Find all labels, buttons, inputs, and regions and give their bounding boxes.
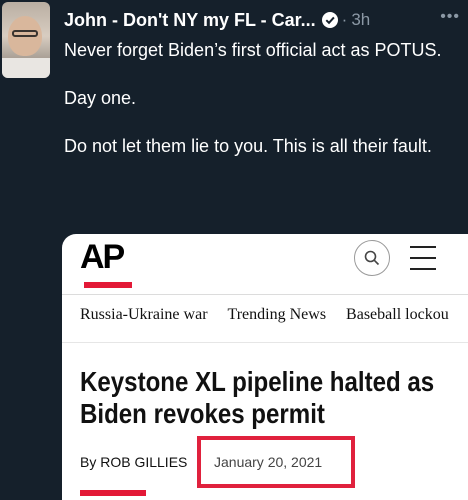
nav-divider [62, 342, 468, 343]
nav-item: Trending News [227, 306, 327, 323]
nav-item: Baseball lockou [346, 306, 449, 323]
tweet-paragraph: Do not let them lie to you. This is all … [64, 136, 432, 156]
more-horizontal-icon[interactable]: ••• [440, 8, 460, 26]
tweet-header: John - Don't NY my FL - Car... · 3h ••• [64, 8, 468, 32]
date-highlight-box [197, 436, 355, 488]
article-byline: By ROB GILLIES [80, 454, 188, 470]
article-nav: Russia-Ukraine war Trending News Basebal… [80, 306, 449, 324]
ap-logo: AP [80, 238, 125, 276]
avatar-glasses [12, 30, 38, 37]
byline-underline [80, 490, 146, 496]
verified-badge-icon [321, 12, 338, 28]
avatar-shirt [2, 58, 50, 78]
hamburger-menu-icon [410, 246, 442, 270]
tweet-paragraph: Day one. [64, 88, 137, 108]
tweet-timestamp[interactable]: 3h [351, 10, 370, 30]
display-name[interactable]: John - Don't NY my FL - Car... [64, 10, 316, 31]
tweet-separator: · [341, 10, 348, 29]
article-card-image[interactable]: AP Russia-Ukraine war Trending News Base… [62, 234, 468, 500]
tweet-text: Never forget Biden’s first official act … [64, 38, 454, 158]
logo-underline [84, 282, 132, 288]
article-headline: Keystone XL pipeline halted as Biden rev… [80, 366, 435, 429]
nav-item: Russia-Ukraine war [80, 306, 208, 323]
avatar[interactable] [2, 2, 50, 78]
tweet-paragraph: Never forget Biden’s first official act … [64, 40, 442, 60]
search-icon [354, 240, 390, 276]
header-divider [62, 294, 468, 295]
